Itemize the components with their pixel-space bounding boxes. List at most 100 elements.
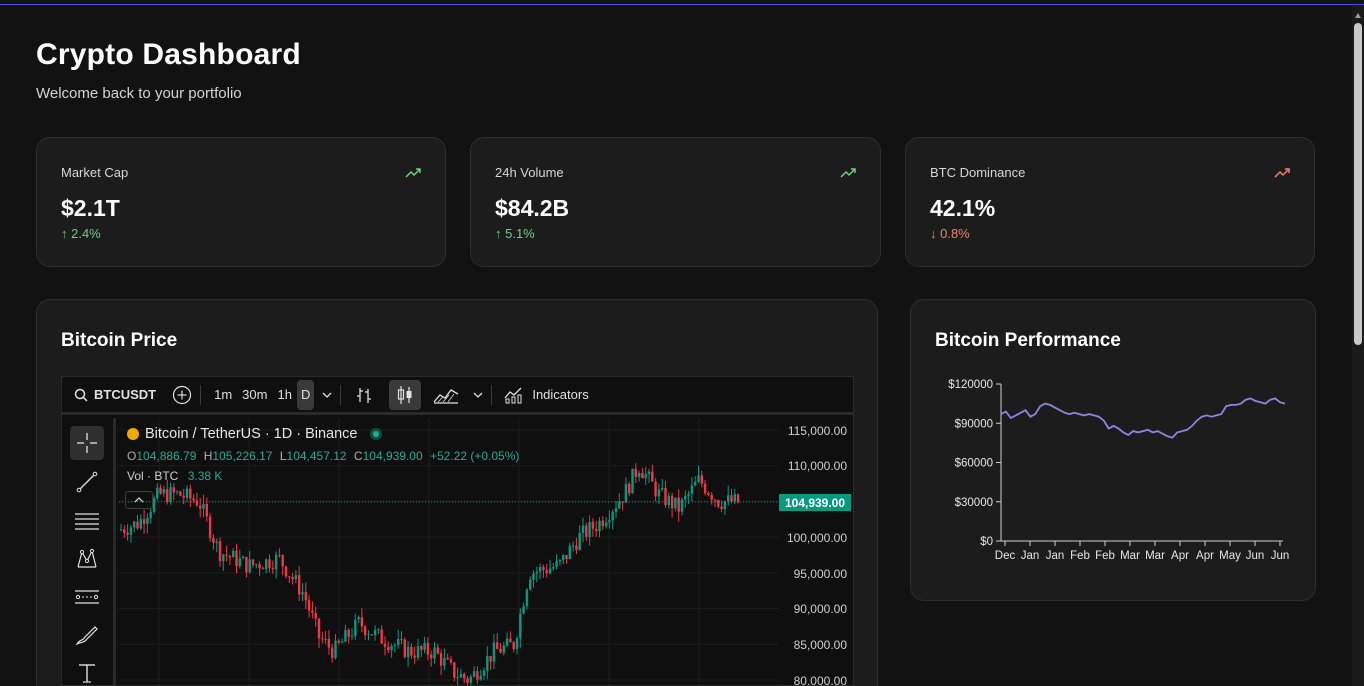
candle-body: [119, 529, 123, 531]
page-title: Crypto Dashboard: [36, 38, 301, 71]
candle-body: [571, 545, 575, 547]
candle-body: [697, 475, 700, 482]
candle-body: [377, 629, 380, 631]
window-top-border: [0, 4, 1364, 5]
candle-body: [212, 538, 215, 543]
interval-dropdown[interactable]: [322, 377, 332, 414]
chart-type-dropdown[interactable]: [473, 377, 483, 414]
candle-body: [581, 525, 585, 533]
candle-body: [690, 485, 694, 494]
brush-tool[interactable]: [70, 618, 104, 652]
x-tick-label: Dec: [995, 550, 1016, 562]
candle-body: [202, 503, 205, 509]
candle-body: [529, 579, 532, 590]
candle-body: [301, 592, 304, 595]
candle-body: [443, 657, 446, 666]
bar-chart-type-button[interactable]: [349, 377, 379, 414]
volume-value: 3.38 K: [187, 469, 223, 483]
candle-body: [324, 638, 327, 640]
interval-1h[interactable]: 1h: [272, 377, 296, 414]
candle-body: [532, 573, 535, 580]
scroll-up-arrow-icon[interactable]: [1355, 13, 1361, 18]
candle-body: [703, 483, 707, 494]
crosshair-tool[interactable]: [70, 426, 104, 460]
candle-body: [558, 560, 562, 562]
candle-body: [182, 495, 185, 498]
candle-body: [614, 508, 618, 512]
pattern-tool[interactable]: [70, 542, 104, 576]
series-line: [1000, 397, 1286, 439]
interval-d[interactable]: D: [296, 377, 315, 414]
candle-body: [152, 498, 156, 512]
candle-body: [288, 576, 291, 578]
candle-body: [687, 493, 690, 496]
pattern-icon: [77, 548, 97, 568]
candle-body: [453, 662, 456, 678]
candle-body: [641, 472, 644, 479]
candle-body: [149, 511, 152, 518]
symbol-label: BTCUSDT: [94, 387, 157, 402]
candle-body: [189, 488, 192, 499]
candle-body: [126, 532, 129, 535]
candle-body: [426, 642, 430, 655]
candle-body: [519, 613, 522, 639]
candle-body: [499, 648, 502, 653]
stat-value: $2.1T: [61, 195, 120, 221]
page-subtitle: Welcome back to your portfolio: [36, 85, 242, 102]
indicators-button[interactable]: Indicators: [504, 377, 589, 414]
candle-body: [684, 495, 687, 500]
candles-chart-type-button[interactable]: [389, 377, 422, 414]
candle-body: [502, 645, 505, 653]
candle-body: [136, 521, 139, 529]
fib-tool[interactable]: [70, 504, 104, 538]
candle-body: [354, 619, 357, 636]
price-tick: 80,000.00: [793, 674, 847, 686]
candle-body: [604, 522, 608, 527]
trendline-tool[interactable]: [70, 465, 104, 499]
candle-body: [608, 520, 611, 523]
performance-line-chart[interactable]: $120000 $90000 $60000 $30000 $0Dec Jan Jan Feb F…: [911, 300, 1317, 602]
candle-body: [713, 499, 717, 501]
interval-1m[interactable]: 1m: [209, 377, 237, 414]
candle-body: [459, 674, 463, 678]
candlestick-chart-area[interactable]: Bitcoin / TetherUS · 1D · Binance O104,8…: [119, 418, 853, 686]
price-tick: 90,000.00: [793, 602, 847, 616]
prediction-tool[interactable]: [70, 580, 104, 614]
candle-body: [631, 468, 634, 494]
candle-body: [199, 505, 202, 509]
low-value: 104,457.12: [286, 449, 347, 463]
candle-body: [364, 626, 367, 635]
candle-body: [730, 495, 733, 502]
candle-body: [192, 498, 195, 501]
candle-body: [179, 491, 182, 496]
candle-body: [291, 576, 294, 580]
collapse-legend-button[interactable]: [125, 491, 153, 509]
candle-body: [294, 575, 298, 580]
candle-body: [271, 568, 274, 570]
fib-retracement-icon: [75, 513, 99, 530]
symbol-name: Bitcoin / TetherUS · 1D · Binance: [145, 426, 358, 442]
page-scrollbar[interactable]: [1352, 5, 1364, 686]
candle-body: [505, 638, 509, 646]
candle-body: [156, 487, 159, 499]
scrollbar-thumb[interactable]: [1354, 23, 1362, 345]
symbol-search[interactable]: BTCUSDT: [62, 377, 157, 414]
price-axis[interactable]: 115,000.00 110,000.00 100,000.00 95,000.…: [779, 418, 853, 686]
candle-body: [545, 570, 548, 574]
compare-button[interactable]: [172, 377, 192, 414]
tradingview-widget[interactable]: BTCUSDT 1m 30m 1h D Indicators Bitcoin /…: [61, 376, 854, 686]
interval-30m[interactable]: 30m: [237, 377, 272, 414]
candle-body: [278, 554, 281, 556]
stat-value: 42.1%: [930, 195, 996, 221]
area-chart-type-button[interactable]: [433, 377, 459, 414]
bitcoin-logo-icon: [127, 428, 139, 440]
candle-body: [667, 495, 670, 505]
candle-body: [736, 494, 740, 503]
search-icon: [74, 388, 88, 402]
text-tool[interactable]: [70, 656, 104, 685]
ohlc-legend: O104,886.79 H105,226.17 L104,457.12 C104…: [127, 449, 519, 463]
candle-body: [139, 519, 142, 529]
candle-body: [162, 489, 166, 494]
stat-label: 24h Volume: [495, 165, 564, 180]
candle-body: [387, 646, 390, 651]
